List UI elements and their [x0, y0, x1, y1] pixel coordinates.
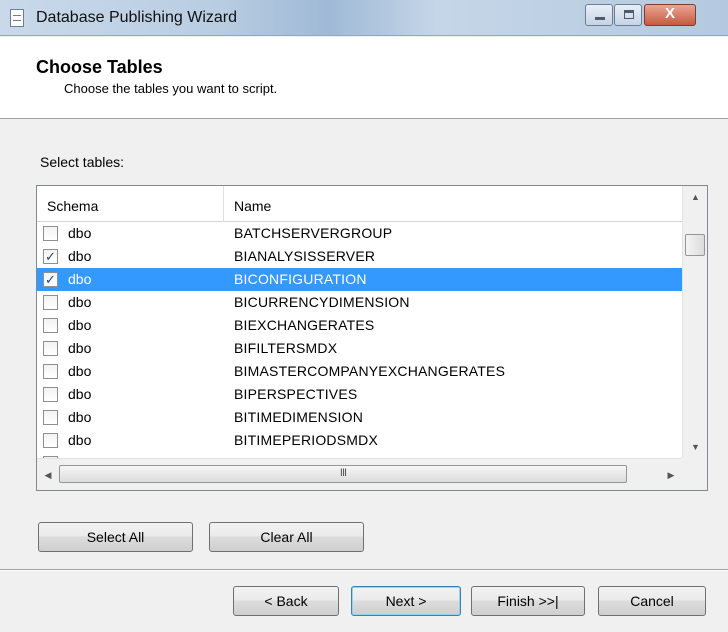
column-header-schema[interactable]: Schema — [47, 198, 98, 214]
close-button[interactable]: X — [644, 4, 696, 26]
vertical-scrollbar[interactable]: ▲ ▼ — [682, 186, 707, 458]
row-checkbox[interactable] — [43, 341, 58, 356]
row-checkbox[interactable] — [43, 364, 58, 379]
row-table-name: BATCHSERVERGROUP — [234, 225, 393, 241]
row-schema: dbo — [68, 317, 92, 333]
row-table-name: BITIMEDIMENSION — [234, 409, 364, 425]
wizard-header: Choose Tables Choose the tables you want… — [0, 37, 728, 119]
row-table-name: BITIMEPERIODSMDX — [234, 432, 378, 448]
row-schema: dbo — [68, 386, 92, 402]
table-row[interactable]: dbo BIFILTERSMDX — [37, 337, 682, 360]
table-row[interactable]: ✓ dbo BICONFIGURATION — [37, 268, 682, 291]
row-schema: dbo — [68, 225, 92, 241]
next-button[interactable]: Next > — [351, 586, 461, 616]
row-checkbox[interactable] — [43, 318, 58, 333]
row-schema: dbo — [68, 271, 92, 287]
page-title: Choose Tables — [36, 57, 163, 77]
clear-all-button[interactable]: Clear All — [209, 522, 364, 552]
row-schema: dbo — [68, 248, 92, 264]
scrollbar-corner — [682, 458, 707, 490]
table-row[interactable]: dbo BIEXCHANGERATES — [37, 314, 682, 337]
row-checkbox[interactable]: ✓ — [43, 249, 58, 264]
table-row[interactable]: dbo BATCHSERVERGROUP — [37, 222, 682, 245]
row-table-name: BIPERSPECTIVES — [234, 386, 358, 402]
column-divider[interactable] — [223, 186, 224, 222]
window-icon — [10, 9, 24, 27]
close-icon: X — [664, 5, 675, 22]
scroll-left-icon[interactable]: ◀ — [37, 459, 59, 490]
table-row[interactable]: dbo BITIMEDIMENSION — [37, 406, 682, 429]
row-schema: dbo — [68, 340, 92, 356]
row-table-name: BIANALYSISSERVER — [234, 248, 376, 264]
row-schema: dbo — [68, 409, 92, 425]
row-checkbox[interactable] — [43, 410, 58, 425]
minimize-icon — [595, 17, 605, 20]
row-checkbox[interactable] — [43, 295, 58, 310]
select-tables-label: Select tables: — [40, 154, 125, 170]
finish-button[interactable]: Finish >>| — [471, 586, 585, 616]
row-checkbox[interactable]: ✓ — [43, 272, 58, 287]
row-checkbox[interactable] — [43, 433, 58, 448]
row-table-name: BIFILTERSMDX — [234, 340, 338, 356]
table-row[interactable]: dbo BICURRENCYDIMENSION — [37, 291, 682, 314]
title-bar[interactable]: Database Publishing Wizard X — [0, 0, 728, 36]
table-row[interactable]: ✓ dbo BIANALYSISSERVER — [37, 245, 682, 268]
maximize-button[interactable] — [614, 4, 642, 26]
row-checkbox[interactable] — [43, 387, 58, 402]
horizontal-scroll-thumb[interactable]: III — [59, 465, 627, 483]
row-schema: dbo — [68, 363, 92, 379]
scroll-down-icon[interactable]: ▼ — [683, 436, 707, 458]
tables-list[interactable]: Schema Name dbo BATCHSERVERGROUP ✓ dbo BIANA… — [36, 185, 708, 491]
scroll-up-icon[interactable]: ▲ — [683, 186, 707, 208]
row-schema: dbo — [68, 432, 92, 448]
row-table-name: BIEXCHANGERATES — [234, 317, 375, 333]
cancel-button[interactable]: Cancel — [598, 586, 706, 616]
table-row[interactable]: dbo BIMASTERCOMPANYEXCHANGERATES — [37, 360, 682, 383]
row-checkbox[interactable] — [43, 226, 58, 241]
page-subtitle: Choose the tables you want to script. — [64, 81, 278, 96]
row-table-name: BICONFIGURATION — [234, 271, 367, 287]
minimize-button[interactable] — [585, 4, 613, 26]
horizontal-scrollbar[interactable]: ◀ III ▶ — [37, 458, 682, 490]
window-title: Database Publishing Wizard — [36, 9, 237, 26]
scroll-grip: III — [339, 467, 347, 479]
row-schema: dbo — [68, 294, 92, 310]
table-row[interactable]: dbo BIPERSPECTIVES — [37, 383, 682, 406]
maximize-icon — [624, 10, 634, 19]
footer-divider-highlight — [0, 570, 728, 571]
vertical-scroll-thumb[interactable] — [685, 234, 705, 256]
row-table-name: BIMASTERCOMPANYEXCHANGERATES — [234, 363, 506, 379]
select-all-button[interactable]: Select All — [38, 522, 193, 552]
back-button[interactable]: < Back — [233, 586, 339, 616]
scroll-right-icon[interactable]: ▶ — [660, 459, 682, 490]
table-row[interactable]: dbo BITIMEPERIODSMDX — [37, 429, 682, 452]
list-header: Schema Name — [37, 186, 682, 222]
column-header-name[interactable]: Name — [234, 198, 271, 214]
list-rows: dbo BATCHSERVERGROUP ✓ dbo BIANALYSISSERVER ✓… — [37, 222, 682, 458]
row-table-name: BICURRENCYDIMENSION — [234, 294, 410, 310]
